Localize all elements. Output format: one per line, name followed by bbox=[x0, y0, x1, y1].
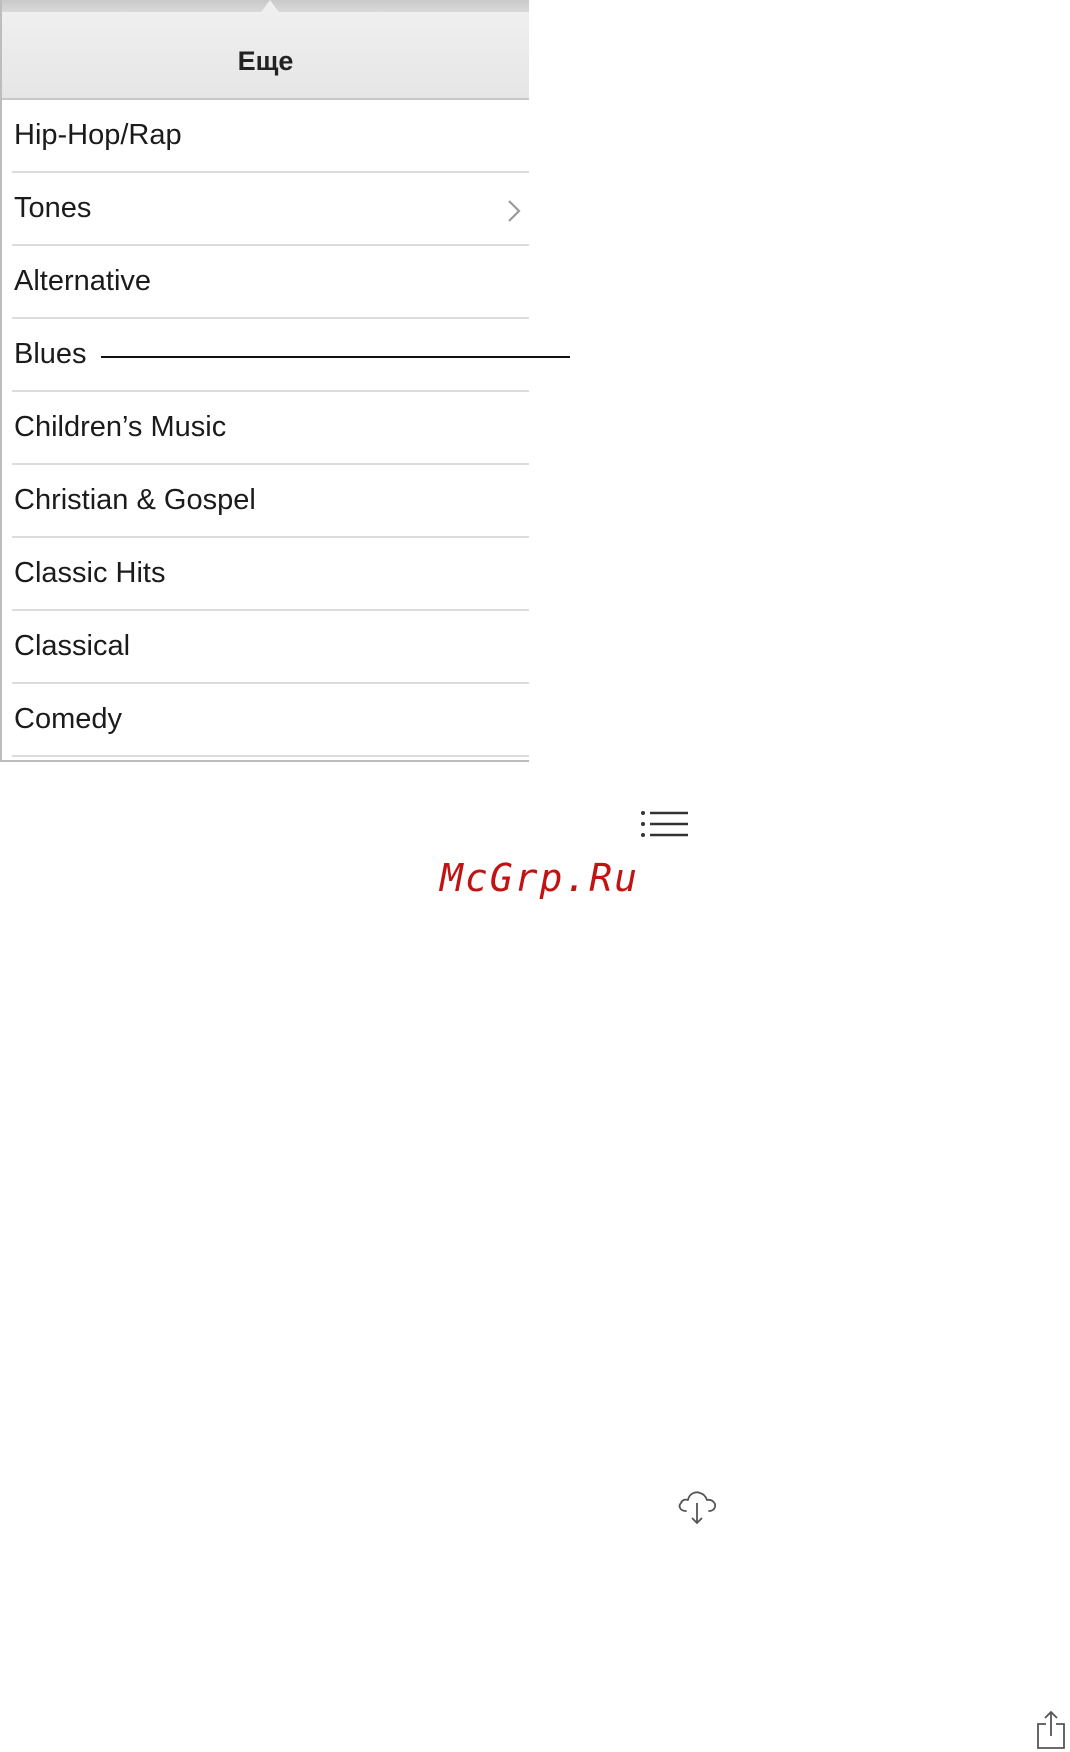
genre-popover: Еще Hip-Hop/Rap Tones Alternative Blues … bbox=[0, 0, 529, 762]
genre-item-label: Christian & Gospel bbox=[14, 484, 256, 516]
genre-item-hip-hop-rap[interactable]: Hip-Hop/Rap bbox=[12, 100, 529, 173]
genre-item-label: Hip-Hop/Rap bbox=[14, 119, 182, 151]
genre-item-tones[interactable]: Tones bbox=[12, 173, 529, 246]
genre-item-label: Tones bbox=[14, 192, 92, 224]
watermark-text: McGrp.Ru bbox=[440, 856, 640, 900]
genre-list: Hip-Hop/Rap Tones Alternative Blues Chil… bbox=[2, 100, 529, 757]
chevron-right-icon bbox=[508, 200, 521, 222]
popover-title: Еще bbox=[237, 46, 294, 76]
genre-item-label: Children’s Music bbox=[14, 411, 227, 443]
genre-item-label: Alternative bbox=[14, 265, 152, 297]
genre-item-label: Comedy bbox=[14, 703, 122, 735]
popover-header: Еще bbox=[2, 12, 529, 100]
genre-item-label: Classic Hits bbox=[14, 557, 166, 589]
genre-item-classic-hits[interactable]: Classic Hits bbox=[12, 538, 529, 611]
genre-item-alternative[interactable]: Alternative bbox=[12, 246, 529, 319]
genre-item-classical[interactable]: Classical bbox=[12, 611, 529, 684]
genre-item-childrens-music[interactable]: Children’s Music bbox=[12, 392, 529, 465]
callout-line bbox=[101, 356, 570, 358]
genre-item-christian-gospel[interactable]: Christian & Gospel bbox=[12, 465, 529, 538]
list-icon bbox=[641, 811, 688, 837]
share-icon[interactable] bbox=[1036, 1710, 1066, 1750]
cloud-download-icon[interactable] bbox=[676, 1487, 718, 1527]
genre-item-comedy[interactable]: Comedy bbox=[12, 684, 529, 757]
genre-item-label: Classical bbox=[14, 630, 131, 662]
genre-item-label: Blues bbox=[14, 338, 87, 370]
